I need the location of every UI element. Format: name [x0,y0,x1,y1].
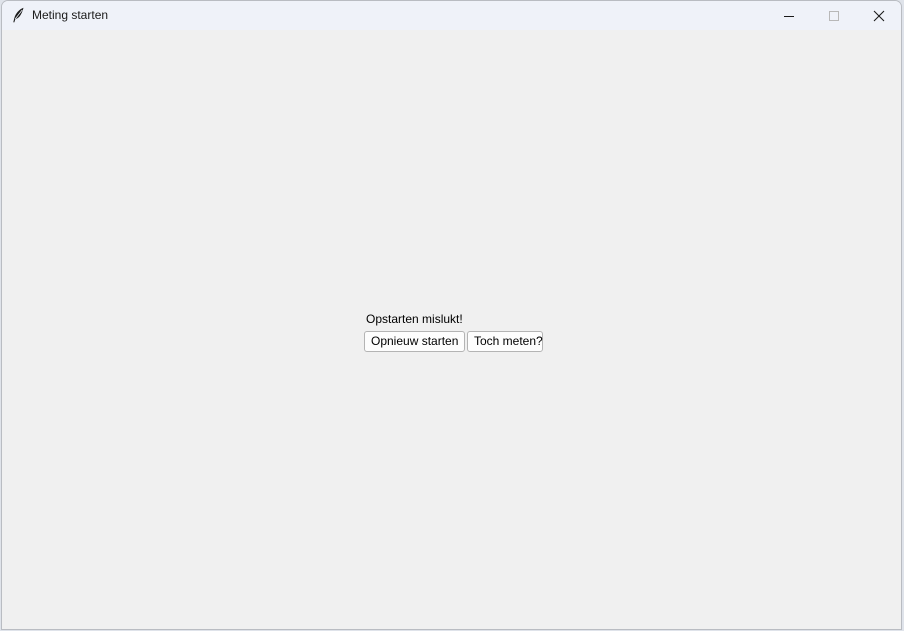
minimize-button[interactable] [766,1,812,30]
app-window: Meting starten Opstarten mislukt! Opnieu… [1,0,902,630]
close-icon [873,10,885,22]
maximize-icon [828,10,840,22]
restart-button[interactable]: Opnieuw starten [364,331,465,352]
minimize-icon [783,10,795,22]
feather-icon [11,7,25,23]
status-label: Opstarten mislukt! [366,312,463,326]
window-title: Meting starten [32,8,109,22]
close-button[interactable] [856,1,901,30]
measure-anyway-button[interactable]: Toch meten? [467,331,543,352]
title-bar[interactable]: Meting starten [2,1,901,30]
window-content: Opstarten mislukt! Opnieuw starten Toch … [2,30,901,629]
maximize-button[interactable] [811,1,857,30]
